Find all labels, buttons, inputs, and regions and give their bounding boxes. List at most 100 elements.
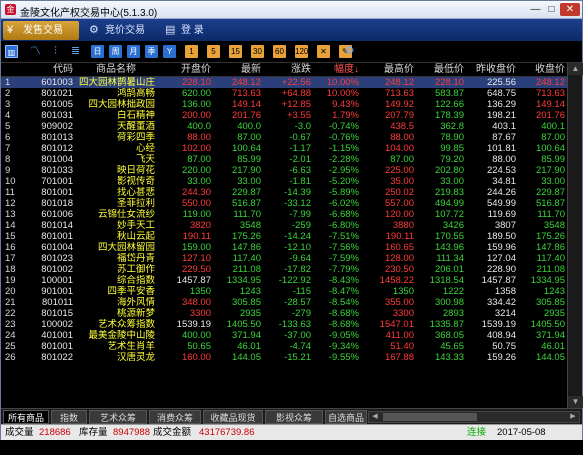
table-row[interactable]: 2 801021 鸿鹄高畅 620.00 713.63 +64.88 10.00% 713.6… [1, 88, 567, 99]
bottom-tab[interactable]: 消费众筹 [149, 410, 201, 424]
bottom-tab[interactable]: 影视众筹 [265, 410, 323, 424]
scroll-down-icon[interactable]: ▼ [568, 396, 583, 408]
cell-value: 159.96 [486, 241, 516, 253]
table-row[interactable]: 19 100001 综合指数 1457.87 1334.95 -122.92 -8.43% 1… [1, 275, 567, 286]
scroll-right-icon[interactable]: ▶ [567, 412, 579, 422]
table-row[interactable]: 5 909002 天醒董酒 400.0 400.0 -3.0 -0.74% 438.5 362.… [1, 121, 567, 132]
column-header[interactable]: 昨收盘价 [466, 63, 518, 77]
row-index: 18 [5, 263, 16, 275]
table-row[interactable]: 1 601003 四大园林鹊暑山庄 228.10 248.12 +22.56 10.00% 2… [1, 76, 567, 88]
tab-sale-trading[interactable]: ¥ 发售交易 [3, 21, 79, 40]
cell-value: 107.72 [434, 208, 464, 220]
table-row[interactable]: 4 801031 白石精神 200.00 201.76 +3.55 1.79% 207.79 1… [1, 110, 567, 121]
table-row[interactable]: 14 801014 妙手天工 3820 3548 -259 -6.80% 3880 3426 38… [1, 220, 567, 231]
item-name: 福岱丹青 [116, 252, 155, 264]
bottom-tab[interactable]: 所有商品 [3, 410, 49, 424]
settings-icon[interactable]: ⚙ [343, 45, 356, 58]
cell-value: 127.10 [181, 252, 211, 264]
table-row[interactable]: 9 801033 映日荷花 220.00 217.90 -6.63 -2.95% 225.00… [1, 165, 567, 176]
cell-value: -15.21 [284, 351, 311, 363]
table-row[interactable]: 15 801001 秋山云起 190.11 175.26 -14.24 -7.51% 190.… [1, 231, 567, 242]
min-120-icon[interactable]: 120 [295, 45, 308, 58]
period-season-icon[interactable]: 季 [145, 45, 158, 58]
table-row[interactable]: 24 401001 最美金陵中山陵 400.00 371.94 -37.00 -9.05% 4… [1, 330, 567, 341]
cell-value: 104.00 [384, 142, 414, 154]
bottom-tab[interactable]: 艺术众筹 [89, 410, 147, 424]
table-row[interactable]: 12 801018 圣菲拉利 550.00 516.87 -33.12 -6.02% 557.… [1, 198, 567, 209]
crosshair-icon[interactable]: ✕ [317, 45, 330, 58]
bottom-tab[interactable]: 自选商品 [325, 410, 367, 424]
candle-icon[interactable]: ⫶ [49, 45, 62, 58]
vertical-scrollbar[interactable]: ▲ ▼ [567, 63, 583, 408]
cell-value: 305.85 [535, 296, 565, 308]
table-row[interactable]: 17 801023 福岱丹青 127.10 117.40 -9.64 -7.59% 128.0… [1, 253, 567, 264]
cell-value: -28.57 [284, 296, 311, 308]
item-code: 909002 [41, 120, 73, 132]
column-header[interactable]: 代码 [23, 63, 75, 77]
table-row[interactable]: 20 901001 四季平安香 1350 1243 -115 -8.47% 1350 1222 1… [1, 286, 567, 297]
period-week-icon[interactable]: 周 [109, 45, 122, 58]
cell-value: 300.98 [434, 296, 464, 308]
bottom-tab[interactable]: 指数 [51, 410, 87, 424]
item-code: 801014 [41, 219, 73, 231]
table-row[interactable]: 21 801011 海外风情 348.00 305.85 -28.57 -8.54% 355.… [1, 297, 567, 308]
cell-value: 248.12 [361, 76, 416, 88]
item-code: 801015 [41, 307, 73, 319]
period-day-icon[interactable]: 日 [91, 45, 104, 58]
close-button[interactable]: ✕ [560, 3, 580, 16]
min-5-icon[interactable]: 5 [207, 45, 220, 58]
cell-value: -9.05% [328, 329, 359, 341]
column-header[interactable]: 涨跌 [263, 63, 313, 77]
min-30-icon[interactable]: 30 [251, 45, 264, 58]
scroll-thumb[interactable] [383, 413, 477, 421]
min-60-icon[interactable]: 60 [273, 45, 286, 58]
line-chart-icon[interactable]: 〽 [29, 45, 42, 58]
table-row[interactable]: 22 801015 桃源新梦 3300 2935 -279 -8.68% 3300 2893 32… [1, 308, 567, 319]
column-header[interactable]: 收盘价 [518, 63, 567, 77]
table-row[interactable]: 7 801012 心经 102.00 100.64 -1.17 -1.15% 104.00 99… [1, 143, 567, 154]
column-header[interactable]: 幅度↓ [313, 63, 361, 77]
table-row[interactable]: 25 801001 艺术生肖羊 50.65 46.01 -4.74 -9.34% 51.40 4… [1, 341, 567, 352]
period-year-icon[interactable]: Y [163, 45, 176, 58]
table-row[interactable]: 8 801004 飞天 87.00 85.99 -2.01 -2.28% 87.00 79.20… [1, 154, 567, 165]
table-row[interactable]: 26 801022 汉唐灵龙 160.00 144.05 -15.21 -9.55% 167.… [1, 352, 567, 363]
table-body: 1 601003 四大园林鹊暑山庄 228.10 248.12 +22.56 10.00% 2… [1, 76, 567, 363]
column-header[interactable]: 最低价 [416, 63, 466, 77]
maximize-button[interactable]: □ [544, 3, 559, 16]
column-header[interactable]: 商品名称 [75, 63, 157, 77]
item-code: 801001 [41, 230, 73, 242]
column-header[interactable]: 开盘价 [157, 63, 213, 77]
item-name: 四大园林鹊暑山庄 [75, 76, 157, 88]
column-header[interactable]: 最高价 [361, 63, 416, 77]
row-index: 20 [5, 285, 16, 297]
table-row[interactable]: 13 601006 云锦仕女流纱 119.00 111.70 -7.99 -6.68% 120… [1, 209, 567, 220]
table-row[interactable]: 16 601004 四大园林留园 159.00 147.86 -12.10 -7.56% 16… [1, 242, 567, 253]
min-15-icon[interactable]: 15 [229, 45, 242, 58]
table-row[interactable]: 11 801001 找心甚悲 244.30 229.87 -14.39 -5.89% 250.… [1, 187, 567, 198]
cell-value: +64.88 [281, 87, 311, 99]
column-header[interactable]: 最新 [213, 63, 263, 77]
table-row[interactable]: 18 801002 苏工御作 229.50 211.08 -17.82 -7.79% 230.… [1, 264, 567, 275]
cell-value: 101.81 [486, 142, 516, 154]
table-row[interactable]: 23 100002 艺术众筹指数 1539.19 1405.50 -133.63 -8.68… [1, 319, 567, 330]
item-code: 801001 [41, 186, 73, 198]
item-code: 801001 [41, 340, 73, 352]
period-month-icon[interactable]: 月 [127, 45, 140, 58]
list-icon[interactable]: ≣ [69, 45, 82, 58]
item-code: 100001 [41, 274, 73, 286]
table-row[interactable]: 6 801013 荷彩四季 88.00 87.00 -0.67 -0.76% 88.00 78.… [1, 132, 567, 143]
scroll-left-icon[interactable]: ◀ [369, 412, 381, 422]
table-row[interactable]: 10 701001 影视传奇 33.00 33.00 -1.81 -5.20% 35.00 33… [1, 176, 567, 187]
cell-value: 1243 [239, 285, 261, 297]
bottom-tab[interactable]: 收藏品现货 [203, 410, 263, 424]
min-1-icon[interactable]: 1 [185, 45, 198, 58]
table-row[interactable]: 3 601005 四大园林拙政园 136.00 149.14 +12.85 9.43% 149… [1, 99, 567, 110]
scroll-up-icon[interactable]: ▲ [568, 63, 583, 75]
bar-chart-icon[interactable]: ▥ [5, 45, 18, 58]
column-header[interactable] [1, 63, 23, 77]
tab-bid-trading[interactable]: ⚙ 竞价交易 [85, 21, 155, 40]
horizontal-scrollbar[interactable]: ◀ ▶ [368, 411, 580, 423]
tab-login[interactable]: ▤ 登 录 [161, 21, 223, 40]
item-name: 心经 [135, 142, 155, 154]
minimize-button[interactable]: — [528, 3, 543, 16]
